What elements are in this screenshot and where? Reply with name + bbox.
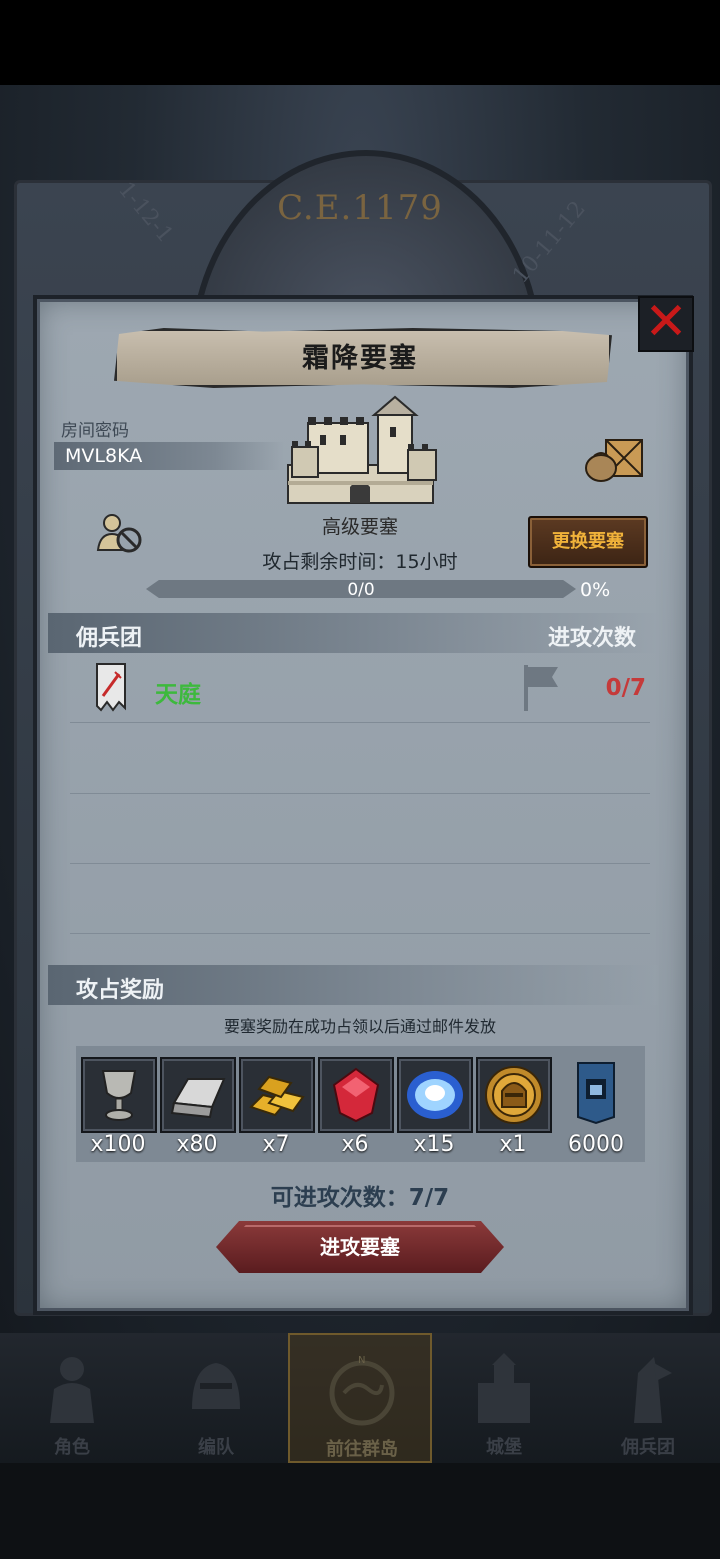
reward-qty: x7 [262, 1132, 290, 1157]
nav-label: 编队 [198, 1437, 234, 1458]
status-bar-area [0, 0, 720, 85]
reward-qty: 6000 [568, 1132, 624, 1157]
reward-item[interactable] [318, 1057, 394, 1133]
attack-count-header: 进攻次数 [548, 626, 637, 651]
mercenary-header: 佣兵团 [76, 626, 143, 651]
reward-qty: x6 [341, 1132, 369, 1157]
system-nav-area [0, 1463, 720, 1559]
gold-bars-icon [249, 1075, 305, 1117]
close-button[interactable]: ✕ [638, 296, 694, 352]
goblet-icon [101, 1070, 137, 1121]
capture-progress-text: 0/0 [347, 580, 375, 600]
era-label: C.E.1179 [277, 188, 443, 228]
fortress-castle-icon [287, 395, 437, 504]
nav-label: 城堡 [486, 1437, 522, 1458]
change-fortress-button[interactable]: 更换要塞 [528, 516, 648, 568]
nav-label: 前往群岛 [326, 1439, 398, 1460]
nav-item-islands[interactable]: N 前往群岛 [288, 1333, 432, 1463]
reward-qty: x80 [176, 1132, 218, 1157]
attacks-remaining: 可进攻次数：7/7 [270, 1185, 450, 1211]
helmet-icon [192, 1363, 240, 1409]
guild-name[interactable]: 天庭 [155, 675, 201, 709]
room-code-label: 房间密码 [61, 421, 129, 441]
row-divider [70, 863, 650, 864]
room-code-value: MVL8KA [65, 445, 143, 467]
row-divider [70, 933, 650, 934]
fortress-grade: 高级要塞 [321, 516, 398, 538]
user-block-icon[interactable] [96, 512, 144, 554]
flag-icon [524, 665, 558, 711]
row-divider [70, 793, 650, 794]
reward-qty: x100 [90, 1132, 146, 1157]
guild-attack-count: 0/7 [605, 675, 646, 701]
mercenary-icon [634, 1357, 672, 1423]
nav-item-formation[interactable]: 编队 [144, 1333, 288, 1463]
capture-progress-percent: 0% [580, 579, 611, 601]
row-divider [70, 722, 650, 723]
dialog-title: 霜降要塞 [302, 343, 418, 374]
svg-text:N: N [358, 1355, 365, 1366]
nav-item-character[interactable]: 角色 [0, 1333, 144, 1463]
reward-item[interactable] [560, 1057, 632, 1129]
nav-item-mercenary[interactable]: 佣兵团 [576, 1333, 720, 1463]
compass-map-icon: N [329, 1355, 395, 1426]
silver-ingot-icon [170, 1078, 226, 1119]
castle-icon [478, 1353, 530, 1423]
ruby-icon [332, 1067, 380, 1123]
nav-item-castle[interactable]: 城堡 [432, 1333, 576, 1463]
guild-banner-icon [96, 663, 126, 712]
guild-banner-icon [577, 1062, 615, 1125]
reward-item[interactable] [397, 1057, 473, 1133]
time-remaining: 攻占剩余时间：15小时 [262, 551, 458, 573]
reward-qty: x1 [499, 1132, 527, 1157]
reward-item[interactable] [239, 1057, 315, 1133]
crystal-orb-icon [407, 1071, 463, 1119]
knight-icon [50, 1357, 94, 1423]
reward-header: 攻占奖励 [76, 978, 165, 1003]
nav-label: 佣兵团 [621, 1437, 675, 1458]
reward-item[interactable] [81, 1057, 157, 1133]
knight-medal-icon [485, 1066, 543, 1124]
reward-item[interactable] [476, 1057, 552, 1133]
supply-bag-icon[interactable] [584, 436, 646, 482]
attack-fortress-button[interactable]: 进攻要塞 [216, 1221, 504, 1273]
reward-item[interactable] [160, 1057, 236, 1133]
reward-qty: x15 [413, 1132, 455, 1157]
nav-label: 角色 [54, 1437, 90, 1458]
reward-notice: 要塞奖励在成功占领以后通过邮件发放 [223, 1017, 496, 1036]
